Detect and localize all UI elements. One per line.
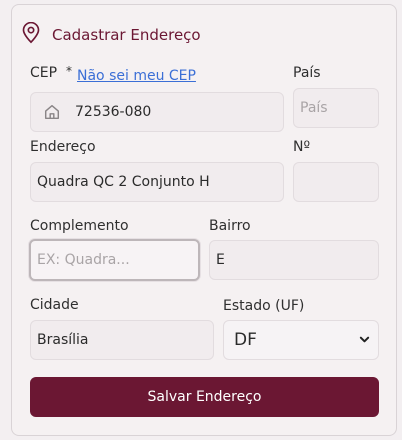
- cep-value: 72536-080: [75, 104, 152, 120]
- required-mark: *: [66, 64, 72, 78]
- state-selected-value: DF: [234, 330, 257, 350]
- country-input[interactable]: País: [293, 88, 379, 128]
- form-title: Cadastrar Endereço: [52, 26, 201, 44]
- location-pin-icon: [21, 21, 41, 48]
- state-label: Estado (UF): [223, 298, 305, 314]
- address-label: Endereço: [30, 139, 96, 155]
- chevron-down-icon: [359, 330, 370, 350]
- save-address-button[interactable]: Salvar Endereço: [30, 377, 379, 417]
- country-placeholder: País: [300, 100, 328, 116]
- number-input[interactable]: [293, 162, 379, 202]
- complement-placeholder: EX: Quadra...: [37, 252, 130, 268]
- neighborhood-input[interactable]: E: [209, 240, 379, 280]
- city-label: Cidade: [30, 297, 79, 313]
- complement-label: Complemento: [30, 218, 129, 234]
- address-value: Quadra QC 2 Conjunto H: [37, 174, 210, 190]
- neighborhood-value: E: [216, 252, 225, 268]
- complement-input[interactable]: EX: Quadra...: [29, 239, 200, 281]
- country-label: País: [293, 65, 321, 81]
- city-input[interactable]: Brasília: [30, 320, 214, 360]
- number-label: Nº: [293, 139, 311, 155]
- home-icon: [43, 103, 61, 121]
- city-value: Brasília: [37, 332, 89, 348]
- neighborhood-label: Bairro: [209, 218, 251, 234]
- cep-label: CEP: [30, 65, 58, 81]
- form-header: Cadastrar Endereço: [21, 21, 201, 48]
- address-input[interactable]: Quadra QC 2 Conjunto H: [30, 162, 284, 202]
- unknown-cep-link[interactable]: Não sei meu CEP: [77, 68, 196, 84]
- cep-input[interactable]: 72536-080: [30, 92, 284, 132]
- state-select[interactable]: DF: [223, 320, 379, 360]
